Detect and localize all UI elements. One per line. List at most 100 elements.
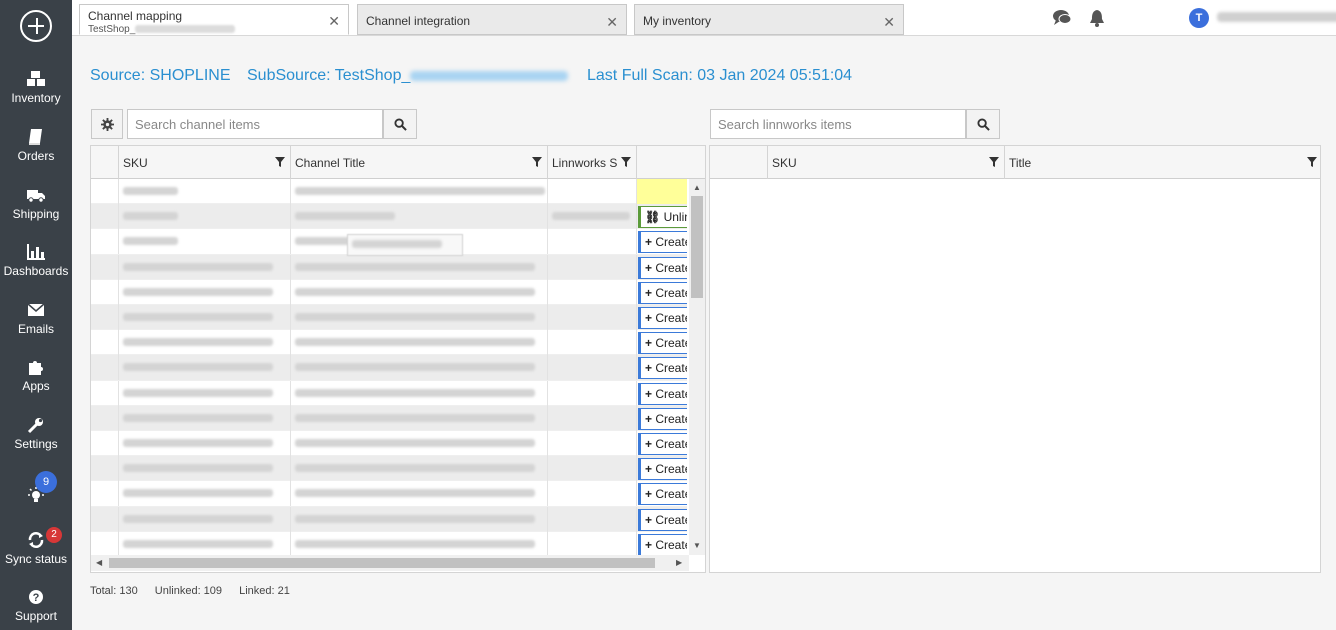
plus-icon: + xyxy=(645,336,656,351)
channel-title-cell xyxy=(291,431,548,456)
sidebar-item-inventory[interactable]: Inventory xyxy=(0,70,72,105)
column-header-linnworks-sku[interactable]: Linnworks S xyxy=(548,146,637,179)
table-row[interactable]: + Create xyxy=(91,380,687,406)
linnworks-sku-cell xyxy=(548,506,637,532)
table-row[interactable]: + Create xyxy=(91,506,687,532)
create-button[interactable]: + Create xyxy=(638,483,687,506)
table-row[interactable]: + Create xyxy=(91,456,687,482)
column-header-sku[interactable]: SKU xyxy=(119,146,291,179)
action-label: Create xyxy=(655,235,687,250)
horizontal-scrollbar[interactable]: ◀ ▶ xyxy=(91,555,689,571)
linnworks-sku-cell xyxy=(548,305,637,330)
sidebar-item-support[interactable]: ? Support xyxy=(0,588,72,623)
cubes-icon xyxy=(27,71,45,86)
grid-header: SKU Title xyxy=(710,146,1320,179)
sync-error-badge: 2 xyxy=(46,527,62,543)
filter-icon[interactable] xyxy=(532,157,542,167)
column-header-title[interactable]: Title xyxy=(1005,146,1320,179)
create-button[interactable]: + Create xyxy=(638,357,687,380)
action-cell: + Create xyxy=(637,256,687,279)
channel-items-grid: SKU Channel Title Linnworks S ⛓ Unlink+ … xyxy=(90,145,706,573)
scroll-up-arrow-icon[interactable]: ▲ xyxy=(693,183,701,192)
create-button[interactable]: + Create xyxy=(638,382,687,405)
row-select-cell xyxy=(91,279,119,305)
create-button[interactable]: + Create xyxy=(638,281,687,304)
action-cell: + Create xyxy=(637,508,687,531)
table-row[interactable]: + Create xyxy=(91,254,687,280)
scroll-down-arrow-icon[interactable]: ▼ xyxy=(693,541,701,550)
linnworks-sku-cell xyxy=(548,405,637,431)
column-header-sku[interactable]: SKU xyxy=(768,146,1005,179)
create-button[interactable]: + Create xyxy=(638,433,687,455)
user-email[interactable] xyxy=(1217,12,1336,22)
table-row[interactable]: ⛓ Unlink xyxy=(91,204,687,230)
vertical-scrollbar[interactable]: ▲ ▼ xyxy=(689,179,705,555)
channel-search-button[interactable] xyxy=(383,109,417,139)
filter-icon[interactable] xyxy=(989,157,999,167)
table-row[interactable]: + Create xyxy=(91,330,687,356)
sidebar-item-apps[interactable]: Apps xyxy=(0,358,72,393)
scrollbar-thumb[interactable] xyxy=(691,196,703,298)
create-button[interactable]: + Create xyxy=(638,231,687,254)
table-row[interactable]: + Create xyxy=(91,431,687,457)
sidebar-item-emails[interactable]: Emails xyxy=(0,301,72,336)
sidebar-item-orders[interactable]: Orders xyxy=(0,128,72,163)
settings-button[interactable] xyxy=(91,109,123,139)
create-button[interactable]: + Create xyxy=(638,407,687,430)
unlink-button[interactable]: ⛓ Unlink xyxy=(638,206,687,229)
sidebar-item-dashboards[interactable]: Dashboards xyxy=(0,243,72,278)
close-icon[interactable]: ✕ xyxy=(883,14,895,31)
create-button[interactable]: + Create xyxy=(638,533,687,555)
row-select-cell xyxy=(91,179,119,204)
row-select-header[interactable] xyxy=(710,146,768,179)
linnworks-search-button[interactable] xyxy=(966,109,1000,139)
sidebar: Inventory Orders Shipping Dashboards Ema… xyxy=(0,0,72,630)
sidebar-item-whats-new[interactable] xyxy=(0,487,72,505)
sku-cell xyxy=(119,431,291,456)
action-label: Create xyxy=(655,437,687,451)
avatar[interactable]: T xyxy=(1189,8,1209,28)
filter-icon[interactable] xyxy=(275,157,285,167)
sidebar-item-settings[interactable]: Settings xyxy=(0,416,72,451)
table-row[interactable]: + Create xyxy=(91,531,687,555)
scroll-left-arrow-icon[interactable]: ◀ xyxy=(96,558,102,567)
channel-search-input[interactable] xyxy=(127,109,383,139)
action-cell: + Create xyxy=(637,457,687,481)
create-button[interactable]: + Create xyxy=(638,458,687,481)
column-header-channel-title[interactable]: Channel Title xyxy=(291,146,548,179)
close-icon[interactable]: ✕ xyxy=(606,14,618,31)
table-row[interactable]: + Create xyxy=(91,279,687,305)
create-button[interactable]: + Create xyxy=(638,256,687,279)
row-select-cell xyxy=(91,481,119,507)
create-button[interactable]: + Create xyxy=(638,508,687,531)
row-select-cell xyxy=(91,330,119,356)
chat-icon[interactable] xyxy=(1052,9,1072,27)
table-row[interactable]: + Create xyxy=(91,355,687,381)
filter-icon[interactable] xyxy=(621,157,631,167)
close-icon[interactable]: ✕ xyxy=(328,13,340,30)
linnworks-logo-icon[interactable] xyxy=(20,10,52,42)
table-row[interactable] xyxy=(91,179,687,205)
scroll-right-arrow-icon[interactable]: ▶ xyxy=(676,558,682,567)
filter-icon[interactable] xyxy=(1307,157,1317,167)
row-select-header[interactable] xyxy=(91,146,119,179)
row-select-cell xyxy=(91,405,119,431)
action-label: Create xyxy=(655,512,687,527)
column-header-label: Linnworks S xyxy=(552,156,618,170)
table-row[interactable]: + Create xyxy=(91,405,687,431)
plus-icon: + xyxy=(645,411,656,426)
linnworks-search-input[interactable] xyxy=(710,109,966,139)
tab-channel-integration[interactable]: Channel integration ✕ xyxy=(357,4,627,35)
create-button[interactable]: + Create xyxy=(638,307,687,329)
action-label: Create xyxy=(655,462,687,477)
sidebar-item-shipping[interactable]: Shipping xyxy=(0,186,72,221)
sku-cell xyxy=(119,405,291,431)
action-label: Create xyxy=(655,411,687,426)
create-button[interactable]: + Create xyxy=(638,332,687,355)
table-row[interactable]: + Create xyxy=(91,305,687,331)
table-row[interactable]: + Create xyxy=(91,481,687,507)
tab-channel-mapping[interactable]: Channel mapping TestShop_ ✕ xyxy=(79,4,349,35)
tab-my-inventory[interactable]: My inventory ✕ xyxy=(634,4,904,35)
scrollbar-thumb[interactable] xyxy=(109,558,655,568)
bell-icon[interactable] xyxy=(1087,9,1107,27)
